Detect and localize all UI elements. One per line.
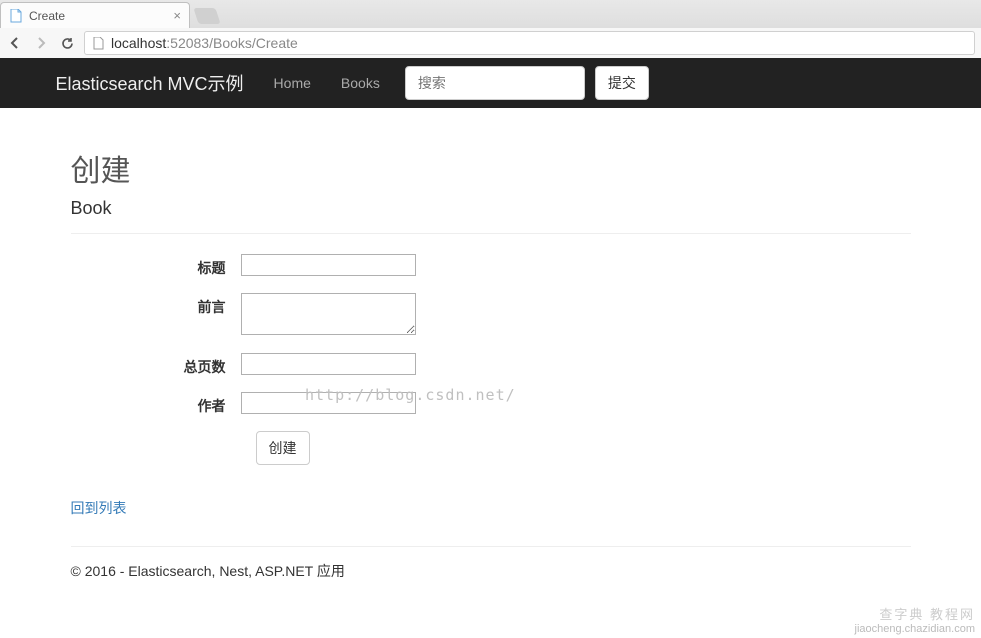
nav-link-books[interactable]: Books bbox=[326, 75, 395, 91]
browser-chrome: Create × localhost:52083/Books/Create bbox=[0, 0, 981, 58]
label-title: 标题 bbox=[71, 254, 241, 278]
label-author: 作者 bbox=[71, 392, 241, 416]
address-bar[interactable]: localhost:52083/Books/Create bbox=[84, 31, 975, 55]
browser-tab[interactable]: Create × bbox=[0, 2, 190, 28]
navbar: Elasticsearch MVC示例 Home Books 提交 bbox=[0, 58, 981, 108]
divider bbox=[71, 233, 911, 234]
create-button[interactable]: 创建 bbox=[256, 431, 310, 465]
page-icon bbox=[91, 36, 105, 50]
tab-favicon-icon bbox=[9, 9, 23, 23]
form-group-pages: 总页数 bbox=[71, 353, 911, 377]
new-tab-button[interactable] bbox=[193, 8, 220, 24]
bottom-watermark: 查字典 教程网 jiaocheng.chazidian.com bbox=[855, 607, 975, 636]
url-domain: localhost bbox=[111, 35, 166, 51]
footer-text: © 2016 - Elasticsearch, Nest, ASP.NET 应用 bbox=[71, 561, 911, 601]
footer-divider bbox=[71, 546, 911, 547]
label-intro: 前言 bbox=[71, 293, 241, 317]
input-author[interactable] bbox=[241, 392, 416, 414]
bottom-watermark-cn: 查字典 教程网 bbox=[855, 607, 975, 623]
input-pages[interactable] bbox=[241, 353, 416, 375]
url-path: :52083/Books/Create bbox=[166, 35, 298, 51]
forward-button[interactable] bbox=[32, 34, 50, 52]
form-group-intro: 前言 bbox=[71, 293, 911, 338]
search-input[interactable] bbox=[405, 66, 585, 100]
tab-strip: Create × bbox=[0, 0, 981, 28]
page-title: 创建 bbox=[71, 146, 911, 190]
form-group-submit: 创建 bbox=[71, 431, 911, 465]
tab-title: Create bbox=[29, 9, 65, 23]
textarea-intro[interactable] bbox=[241, 293, 416, 335]
form-group-title: 标题 bbox=[71, 254, 911, 278]
form-group-author: 作者 bbox=[71, 392, 911, 416]
nav-link-home[interactable]: Home bbox=[259, 75, 326, 91]
bottom-watermark-en: jiaocheng.chazidian.com bbox=[855, 623, 975, 636]
back-button[interactable] bbox=[6, 34, 24, 52]
navbar-brand[interactable]: Elasticsearch MVC示例 bbox=[56, 70, 259, 96]
tab-close-icon[interactable]: × bbox=[173, 9, 181, 22]
browser-toolbar: localhost:52083/Books/Create bbox=[0, 28, 981, 58]
reload-button[interactable] bbox=[58, 34, 76, 52]
create-form: 标题 前言 总页数 作者 bbox=[71, 254, 911, 465]
search-submit-button[interactable]: 提交 bbox=[595, 66, 649, 100]
page-body: Elasticsearch MVC示例 Home Books 提交 创建 Boo… bbox=[0, 58, 981, 638]
input-title[interactable] bbox=[241, 254, 416, 276]
back-to-list-link[interactable]: 回到列表 bbox=[71, 498, 127, 518]
main-container: 创建 Book 标题 前言 总页数 bbox=[56, 108, 926, 601]
page-subtitle: Book bbox=[71, 198, 911, 219]
label-pages: 总页数 bbox=[71, 353, 241, 377]
